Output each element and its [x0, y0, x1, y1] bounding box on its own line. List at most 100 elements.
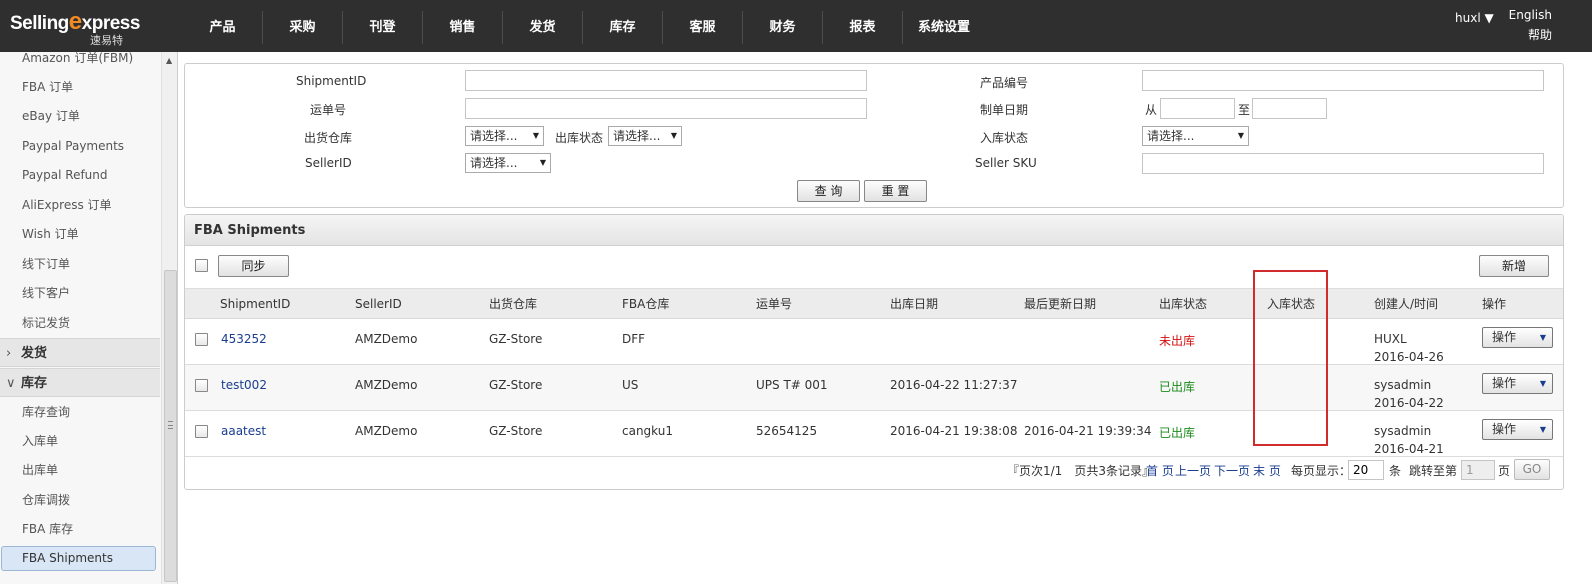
column-header-seller-id: SellerID — [355, 297, 402, 311]
dropdown-arrow-icon: ▼ — [1237, 131, 1244, 140]
date-to-input[interactable] — [1252, 98, 1327, 119]
sidebar-item-stock-query[interactable]: 库存查询 — [0, 398, 160, 427]
menu-inventory[interactable]: 库存 — [583, 11, 663, 44]
out-status-cell: 已出库 — [1159, 426, 1196, 440]
per-page-label: 每页显示： — [1291, 464, 1352, 478]
row-checkbox[interactable] — [195, 333, 208, 346]
add-button[interactable]: 新增 — [1479, 255, 1549, 277]
annotation-highlight-box — [1253, 270, 1328, 446]
date-from-input[interactable] — [1160, 98, 1235, 119]
shipment-id-label: ShipmentID — [296, 74, 367, 88]
per-page-input[interactable] — [1348, 460, 1384, 480]
panel-title: FBA Shipments — [185, 215, 1563, 246]
sidebar-scrollbar[interactable]: ▲ — [161, 52, 177, 584]
waybill-label: 运单号 — [310, 103, 347, 117]
column-header-out-status: 出库状态 — [1159, 297, 1208, 311]
sidebar-item-amazon-fbm[interactable]: Amazon 订单(FBM) — [0, 52, 160, 73]
sidebar-item-warehouse-transfer[interactable]: 仓库调拨 — [0, 486, 160, 515]
row-action-dropdown[interactable]: 操作 ▼ — [1482, 327, 1553, 348]
sidebar-item-fba-stock[interactable]: FBA 库存 — [0, 515, 160, 544]
in-status-select[interactable]: 请选择... ▼ — [1142, 126, 1249, 146]
shipment-id-link[interactable]: 453252 — [221, 332, 267, 346]
shipment-id-input[interactable] — [465, 70, 867, 91]
menu-reports[interactable]: 报表 — [823, 11, 903, 44]
dropdown-arrow-icon: ▼ — [1539, 425, 1546, 434]
waybill-cell: 52654125 — [756, 424, 818, 438]
select-all-checkbox[interactable] — [195, 259, 208, 272]
sidebar-item-fba-orders[interactable]: FBA 订单 — [0, 73, 160, 102]
last-page-link[interactable]: 末 页 — [1253, 462, 1281, 479]
updated-cell: 2016-04-21 19:39:34 — [1024, 424, 1152, 438]
scroll-up-icon[interactable]: ▲ — [166, 56, 172, 65]
out-status-cell: 已出库 — [1159, 380, 1196, 394]
menu-finance[interactable]: 财务 — [743, 11, 823, 44]
scrollbar-thumb[interactable] — [164, 270, 177, 582]
menu-sales[interactable]: 销售 — [423, 11, 503, 44]
column-header-out-date: 出库日期 — [890, 297, 939, 311]
warehouse-cell: GZ-Store — [489, 378, 543, 392]
sidebar-item-paypal-payments[interactable]: Paypal Payments — [0, 132, 160, 161]
sidebar-item-wish-orders[interactable]: Wish 订单 — [0, 220, 160, 249]
sidebar-item-paypal-refund[interactable]: Paypal Refund — [0, 161, 160, 190]
menu-customer-service[interactable]: 客服 — [663, 11, 743, 44]
sidebar-group-inventory[interactable]: ∨ 库存 — [0, 368, 160, 397]
pagination: 『页次1/1 页共3条记录』 首 页 上一页 下一页 末 页 每页显示： 条 跳… — [185, 459, 1563, 481]
menu-products[interactable]: 产品 — [183, 11, 263, 44]
language-switch[interactable]: English — [1500, 8, 1552, 22]
seller-sku-label: Seller SKU — [975, 156, 1037, 170]
query-button[interactable]: 查 询 — [797, 180, 860, 202]
fba-warehouse-cell: DFF — [622, 332, 646, 346]
product-code-input[interactable] — [1142, 70, 1544, 91]
jump-page-input[interactable] — [1461, 460, 1495, 480]
sidebar-item-ebay-orders[interactable]: eBay 订单 — [0, 102, 160, 131]
menu-purchasing[interactable]: 采购 — [263, 11, 343, 44]
sync-button[interactable]: 同步 — [218, 255, 289, 277]
column-header-updated: 最后更新日期 — [1024, 297, 1097, 311]
search-panel: ShipmentID 产品编号 运单号 制单日期 从 至 出货仓库 请选择...… — [184, 63, 1564, 208]
logo-subtitle: 速易特 — [90, 34, 123, 47]
app-logo[interactable]: Sellingexpress 速易特 — [10, 6, 160, 47]
sidebar-item-offline-orders[interactable]: 线下订单 — [0, 250, 160, 279]
page-unit: 页 — [1498, 464, 1511, 478]
menu-listing[interactable]: 刊登 — [343, 11, 423, 44]
row-checkbox[interactable] — [195, 425, 208, 438]
sidebar-item-offline-customers[interactable]: 线下客户 — [0, 279, 160, 308]
chevron-right-icon: › — [6, 346, 12, 361]
first-page-link[interactable]: 首 页 — [1146, 462, 1174, 479]
sidebar-group-shipping[interactable]: › 发货 — [0, 338, 160, 367]
date-to-label: 至 — [1238, 103, 1251, 117]
dropdown-arrow-icon: ▼ — [539, 158, 546, 167]
row-action-dropdown[interactable]: 操作 ▼ — [1482, 419, 1553, 440]
go-button[interactable]: GO — [1514, 459, 1550, 480]
help-link[interactable]: 帮助 — [1500, 26, 1552, 43]
waybill-input[interactable] — [465, 98, 867, 119]
sidebar-item-inbound-orders[interactable]: 入库单 — [0, 427, 160, 456]
sidebar-item-mark-shipped[interactable]: 标记发货 — [0, 309, 160, 338]
row-action-dropdown[interactable]: 操作 ▼ — [1482, 373, 1553, 394]
user-menu[interactable]: huxl ▼ — [1455, 11, 1494, 25]
create-date-label: 制单日期 — [980, 103, 1029, 117]
seller-id-cell: AMZDemo — [355, 424, 418, 438]
shipment-id-link[interactable]: aaatest — [221, 424, 266, 438]
sidebar-item-aliexpress-orders[interactable]: AliExpress 订单 — [0, 191, 160, 220]
sidebar-item-fba-shipments[interactable]: FBA Shipments — [1, 546, 156, 571]
table-row: 453252 AMZDemo GZ-Store DFF 未出库 HUXL 201… — [185, 319, 1563, 365]
warehouse-label: 出货仓库 — [304, 131, 353, 145]
next-page-link[interactable]: 下一页 — [1214, 462, 1250, 479]
reset-button[interactable]: 重 置 — [864, 180, 927, 202]
sidebar-item-outbound-orders[interactable]: 出库单 — [0, 456, 160, 485]
table-header: ShipmentID SellerID 出货仓库 FBA仓库 运单号 出库日期 … — [185, 288, 1563, 319]
sidebar-group-label: 发货 — [21, 346, 48, 361]
warehouse-cell: GZ-Store — [489, 424, 543, 438]
shipment-id-link[interactable]: test002 — [221, 378, 267, 392]
prev-page-link[interactable]: 上一页 — [1175, 462, 1211, 479]
column-header-waybill: 运单号 — [756, 297, 793, 311]
warehouse-select[interactable]: 请选择... ▼ — [465, 126, 544, 146]
top-navigation-bar: Sellingexpress 速易特 产品 采购 刊登 销售 发货 库存 客服 … — [0, 0, 1592, 52]
out-status-select[interactable]: 请选择... ▼ — [608, 126, 682, 146]
menu-system-settings[interactable]: 系统设置 — [903, 11, 985, 44]
row-checkbox[interactable] — [195, 379, 208, 392]
seller-id-select[interactable]: 请选择... ▼ — [465, 153, 551, 173]
menu-shipping[interactable]: 发货 — [503, 11, 583, 44]
seller-sku-input[interactable] — [1142, 153, 1544, 174]
